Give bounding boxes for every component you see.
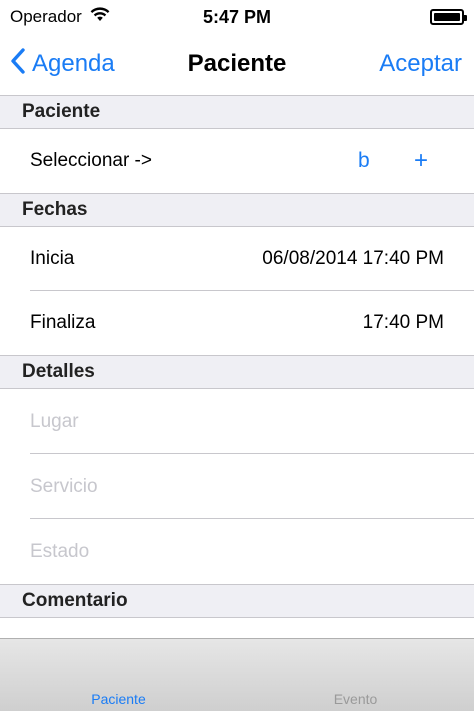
- select-patient-label: Seleccionar ->: [30, 150, 152, 171]
- status-left: Operador: [10, 7, 110, 27]
- battery-icon: [430, 9, 467, 25]
- section-header-comentario: Comentario: [0, 584, 474, 618]
- add-patient-button[interactable]: +: [414, 147, 428, 175]
- comment-field[interactable]: [0, 618, 474, 638]
- back-button-label: Agenda: [32, 50, 115, 77]
- end-date-row[interactable]: Finaliza 17:40 PM: [0, 291, 474, 355]
- tab-paciente[interactable]: Paciente: [0, 691, 237, 707]
- tab-evento[interactable]: Evento: [237, 691, 474, 707]
- start-date-row[interactable]: Inicia 06/08/2014 17:40 PM: [0, 227, 474, 291]
- place-field[interactable]: Lugar: [0, 389, 474, 454]
- navigation-bar: Paciente Agenda Aceptar: [0, 34, 474, 94]
- end-date-label: Finaliza: [30, 312, 96, 333]
- wifi-icon: [90, 7, 110, 27]
- tab-bar: Paciente Evento: [0, 638, 474, 711]
- service-field[interactable]: Servicio: [0, 454, 474, 519]
- status-placeholder: Estado: [30, 540, 90, 562]
- carrier-label: Operador: [10, 7, 82, 26]
- service-placeholder: Servicio: [30, 475, 98, 497]
- b-button[interactable]: b: [358, 149, 370, 173]
- chevron-left-icon: [10, 47, 26, 81]
- back-button[interactable]: Agenda: [10, 34, 115, 94]
- select-patient-row[interactable]: Seleccionar -> b +: [0, 129, 474, 193]
- start-date-value: 06/08/2014 17:40 PM: [262, 248, 444, 269]
- status-bar: Operador 5:47 PM: [0, 0, 474, 34]
- status-field[interactable]: Estado: [0, 519, 474, 584]
- place-placeholder: Lugar: [30, 410, 79, 432]
- section-header-detalles: Detalles: [0, 355, 474, 389]
- section-header-fechas: Fechas: [0, 193, 474, 227]
- section-header-paciente: Paciente: [0, 95, 474, 129]
- start-date-label: Inicia: [30, 248, 75, 269]
- accept-button[interactable]: Aceptar: [379, 34, 462, 94]
- end-date-value: 17:40 PM: [362, 312, 444, 333]
